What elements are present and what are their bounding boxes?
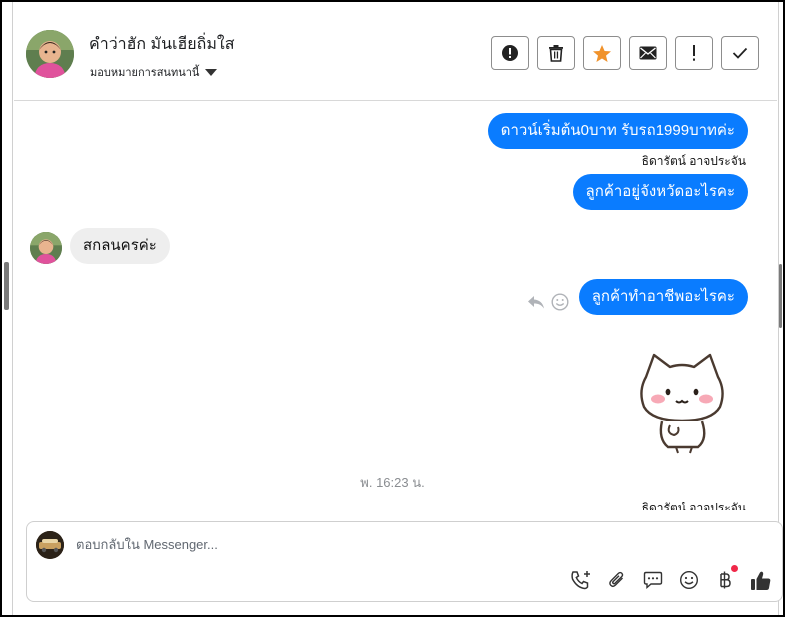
call-add-button[interactable]: [570, 569, 592, 591]
baht-icon: [720, 571, 731, 589]
sender-name-clipped: ธิดารัตน์ อาจประจัน: [642, 502, 746, 510]
right-scroll-handle[interactable]: [779, 264, 782, 328]
outgoing-message[interactable]: ลูกค้าทำอาชีพอะไรคะ: [578, 279, 748, 315]
mark-unread-button[interactable]: [629, 36, 667, 70]
header-actions: [491, 36, 759, 70]
page-avatar: [36, 531, 64, 559]
incoming-message[interactable]: สกลนครค่ะ: [70, 228, 170, 264]
envelope-icon: [639, 46, 657, 60]
smiley-icon: [679, 570, 699, 590]
alert-circle-icon: [502, 45, 518, 61]
message-hover-actions: [527, 293, 569, 311]
call-add-icon: [571, 571, 590, 590]
done-button[interactable]: [721, 36, 759, 70]
contact-avatar-small[interactable]: [30, 232, 62, 264]
reply-input[interactable]: [76, 537, 576, 552]
message-sender-name: ธิดารัตน์ อาจประจัน: [641, 154, 746, 168]
message-sender-name: ธิดารัตน์ อาจประจัน: [641, 502, 746, 510]
emoji-button[interactable]: [678, 569, 700, 591]
payment-button[interactable]: [714, 565, 738, 591]
contact-avatar[interactable]: [26, 30, 74, 78]
saved-replies-button[interactable]: [642, 569, 664, 591]
window-frame: คำว่าฮัก มันเฮียถิ่มใส มอบหมายการสนทนานี…: [0, 0, 785, 617]
composer-toolbar: [570, 565, 772, 591]
assign-conversation-dropdown[interactable]: มอบหมายการสนทนานี้: [90, 63, 218, 81]
like-button[interactable]: [750, 569, 772, 591]
chat-bubble-icon: [643, 571, 663, 590]
conversation-header: คำว่าฮัก มันเฮียถิ่มใส มอบหมายการสนทนานี…: [14, 4, 777, 101]
star-icon: [593, 44, 611, 62]
delete-button[interactable]: [537, 36, 575, 70]
contact-name[interactable]: คำว่าฮัก มันเฮียถิ่มใส: [89, 32, 234, 57]
message-composer: [26, 521, 783, 602]
caret-down-icon: [205, 68, 218, 76]
exclamation-icon: [693, 45, 695, 61]
priority-button[interactable]: [675, 36, 713, 70]
check-icon: [732, 47, 748, 59]
outgoing-message[interactable]: ลูกค้าอยู่จังหวัดอะไรคะ: [572, 174, 748, 210]
spam-button[interactable]: [491, 36, 529, 70]
outgoing-message[interactable]: ดาวน์เริ่มต้น0บาท รับรถ1999บาทค่ะ: [487, 113, 748, 149]
trash-icon: [549, 45, 563, 62]
left-divider: [12, 2, 13, 615]
assign-label: มอบหมายการสนทนานี้: [90, 67, 200, 79]
cat-sticker[interactable]: [632, 347, 732, 455]
message-timestamp: พ. 16:23 น.: [360, 475, 425, 490]
paperclip-icon: [609, 571, 624, 588]
notification-dot: [731, 565, 738, 572]
thumbs-up-icon: [751, 571, 771, 590]
left-scroll-handle[interactable]: [4, 262, 9, 310]
react-smiley-icon[interactable]: [551, 293, 569, 311]
star-button[interactable]: [583, 36, 621, 70]
attach-button[interactable]: [606, 569, 628, 591]
reply-icon[interactable]: [527, 294, 545, 310]
